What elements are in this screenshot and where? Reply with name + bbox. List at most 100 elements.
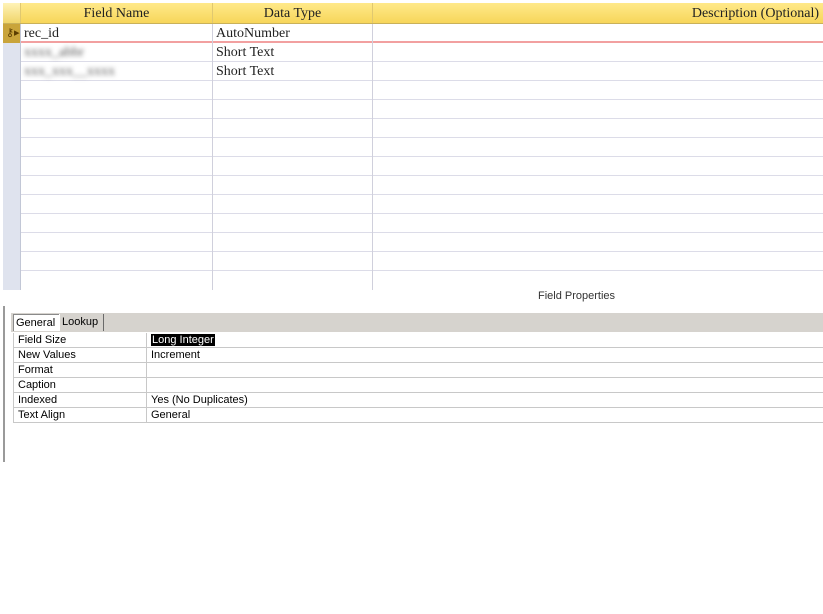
redacted-field-name: xxx_xxx__xxxx: [24, 64, 115, 79]
data-type-cell[interactable]: [213, 195, 373, 214]
description-cell[interactable]: [373, 43, 823, 62]
property-value-text-align[interactable]: General: [147, 408, 190, 422]
field-name-cell[interactable]: [21, 176, 213, 195]
description-cell[interactable]: [373, 119, 823, 138]
property-row[interactable]: New Values Increment: [13, 348, 823, 363]
description-cell[interactable]: [373, 24, 823, 43]
table-row[interactable]: [3, 214, 823, 233]
pane-divider: [3, 306, 5, 462]
field-name-cell[interactable]: [21, 157, 213, 176]
table-row[interactable]: ⚷▸ rec_id AutoNumber: [3, 24, 823, 43]
property-label: Caption: [13, 378, 147, 392]
table-row[interactable]: [3, 138, 823, 157]
description-cell[interactable]: [373, 138, 823, 157]
row-selector[interactable]: [3, 252, 21, 271]
row-selector[interactable]: [3, 119, 21, 138]
description-cell[interactable]: [373, 62, 823, 81]
field-name-cell[interactable]: [21, 138, 213, 157]
property-label: Field Size: [13, 333, 147, 347]
field-name-cell[interactable]: xxx_xxx__xxxx: [21, 62, 213, 81]
description-cell[interactable]: [373, 157, 823, 176]
table-row[interactable]: [3, 252, 823, 271]
data-type-cell[interactable]: [213, 157, 373, 176]
data-type-cell[interactable]: [213, 252, 373, 271]
table-row[interactable]: [3, 81, 823, 100]
row-selector[interactable]: ⚷▸: [3, 24, 21, 43]
table-row[interactable]: [3, 195, 823, 214]
table-design-grid: Field Name Data Type Description (Option…: [3, 3, 823, 290]
data-type-cell[interactable]: [213, 81, 373, 100]
description-cell[interactable]: [373, 214, 823, 233]
data-type-cell[interactable]: [213, 100, 373, 119]
column-header-field-name[interactable]: Field Name: [21, 3, 213, 23]
table-row[interactable]: [3, 157, 823, 176]
select-all-corner[interactable]: [3, 3, 21, 23]
property-row[interactable]: Caption: [13, 378, 823, 393]
description-cell[interactable]: [373, 100, 823, 119]
property-value-indexed[interactable]: Yes (No Duplicates): [147, 393, 248, 407]
row-selector[interactable]: [3, 233, 21, 252]
property-label: New Values: [13, 348, 147, 362]
property-label: Text Align: [13, 408, 147, 422]
table-row[interactable]: [3, 119, 823, 138]
row-selector[interactable]: [3, 43, 21, 62]
table-row[interactable]: xxxx_abbr Short Text: [3, 43, 823, 62]
field-name-cell[interactable]: [21, 271, 213, 290]
row-selector[interactable]: [3, 81, 21, 100]
table-row[interactable]: [3, 100, 823, 119]
data-type-cell[interactable]: [213, 138, 373, 157]
table-row[interactable]: xxx_xxx__xxxx Short Text: [3, 62, 823, 81]
property-value-field-size[interactable]: Long Integer: [147, 333, 215, 347]
row-selector[interactable]: [3, 62, 21, 81]
description-cell[interactable]: [373, 233, 823, 252]
field-name-cell[interactable]: [21, 100, 213, 119]
field-name-cell[interactable]: [21, 119, 213, 138]
data-type-cell[interactable]: [213, 176, 373, 195]
property-row[interactable]: Indexed Yes (No Duplicates): [13, 393, 823, 408]
property-value-new-values[interactable]: Increment: [147, 348, 200, 362]
field-name-cell[interactable]: xxxx_abbr: [21, 43, 213, 62]
data-type-cell[interactable]: Short Text: [213, 62, 373, 81]
row-selector[interactable]: [3, 100, 21, 119]
field-name-cell[interactable]: [21, 233, 213, 252]
column-header-data-type[interactable]: Data Type: [213, 3, 373, 23]
field-properties-title: Field Properties: [538, 290, 616, 302]
field-name-cell[interactable]: [21, 195, 213, 214]
property-label: Format: [13, 363, 147, 377]
field-name-cell[interactable]: [21, 214, 213, 233]
tab-lookup[interactable]: Lookup: [59, 314, 104, 331]
data-type-cell[interactable]: [213, 233, 373, 252]
tab-general[interactable]: General: [13, 314, 60, 331]
grid-header: Field Name Data Type Description (Option…: [3, 3, 823, 24]
property-row[interactable]: Format: [13, 363, 823, 378]
data-type-cell[interactable]: [213, 119, 373, 138]
data-type-cell[interactable]: [213, 214, 373, 233]
field-name-cell[interactable]: [21, 252, 213, 271]
data-type-cell[interactable]: [213, 271, 373, 290]
table-row[interactable]: [3, 176, 823, 195]
row-selector[interactable]: [3, 195, 21, 214]
property-value-caption[interactable]: [147, 378, 151, 392]
row-selector[interactable]: [3, 138, 21, 157]
description-cell[interactable]: [373, 195, 823, 214]
description-cell[interactable]: [373, 252, 823, 271]
redacted-field-name: xxxx_abbr: [24, 45, 84, 60]
table-row[interactable]: [3, 271, 823, 290]
property-row[interactable]: Text Align General: [13, 408, 823, 423]
row-selector[interactable]: [3, 271, 21, 290]
row-selector[interactable]: [3, 157, 21, 176]
data-type-cell[interactable]: Short Text: [213, 43, 373, 62]
description-cell[interactable]: [373, 81, 823, 100]
field-name-cell[interactable]: [21, 81, 213, 100]
row-selector[interactable]: [3, 176, 21, 195]
description-cell[interactable]: [373, 176, 823, 195]
field-name-cell[interactable]: rec_id: [21, 24, 213, 43]
row-selector[interactable]: [3, 214, 21, 233]
table-row[interactable]: [3, 233, 823, 252]
data-type-cell[interactable]: AutoNumber: [213, 24, 373, 43]
property-label: Indexed: [13, 393, 147, 407]
description-cell[interactable]: [373, 271, 823, 290]
column-header-description[interactable]: Description (Optional): [373, 3, 823, 23]
property-row[interactable]: Field Size Long Integer: [13, 333, 823, 348]
property-value-format[interactable]: [147, 363, 151, 377]
